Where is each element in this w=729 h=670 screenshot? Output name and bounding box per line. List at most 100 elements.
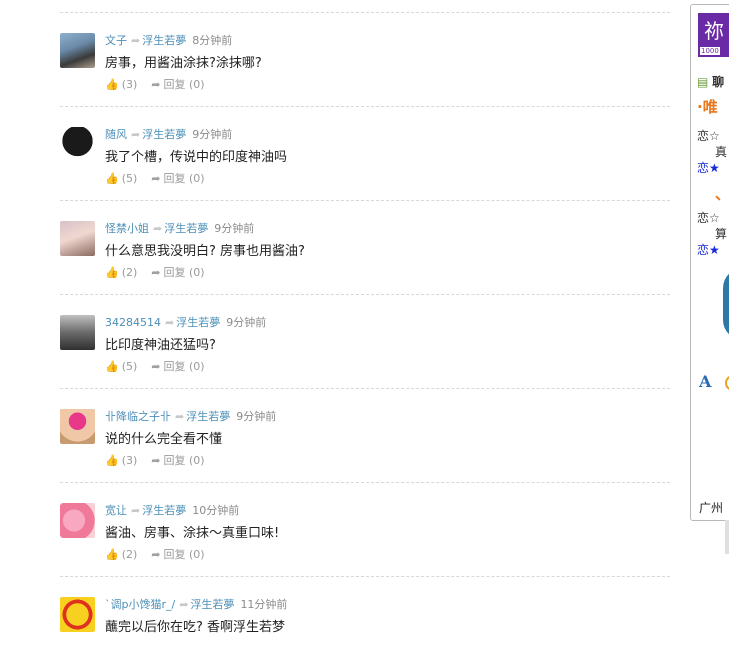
comment-item: 随风 ➦ 浮生若夢 9分钟前 我了个槽，传说中的印度神油吗 👍 (5) ➦ 回复 (0) <box>60 107 670 201</box>
comment-item: 卝降临之子卝 ➦ 浮生若夢 9分钟前 说的什么完全看不懂 👍 (3) ➦ 回复 (0) <box>60 389 670 483</box>
target-user-link[interactable]: 浮生若夢 <box>142 128 186 141</box>
comment-text: 比印度神油还猛吗? <box>105 338 216 353</box>
reply-arrow-icon: ➦ <box>175 410 185 423</box>
scrollbar[interactable] <box>725 520 729 554</box>
thumbs-up-icon: 👍 <box>105 78 119 91</box>
like-button[interactable]: 👍 (2) <box>105 266 137 280</box>
username-link[interactable]: 宽让 <box>105 504 127 517</box>
comment-actions: 👍 (5) ➦ 回复 (0) <box>105 360 205 374</box>
logo-icon[interactable]: 祢 1000 <box>698 13 729 57</box>
sidebar-ad-panel[interactable]: 祢 1000 ▤ 聊 ·唯 恋☆ 真 恋★ 、 恋☆ 算 恋★ A 广州 <box>690 4 729 521</box>
comment-actions: 👍 (2) ➦ 回复 (0) <box>105 266 205 280</box>
avatar[interactable] <box>60 221 95 256</box>
avatar[interactable] <box>60 127 95 162</box>
comment-text: 蘸完以后你在吃? 香啊浮生若梦 <box>105 620 286 635</box>
comment-item: 文子 ➦ 浮生若夢 8分钟前 房事，用酱油涂抹?涂抹哪? 👍 (3) ➦ 回复 (0) <box>60 13 670 107</box>
headline[interactable]: ·唯 <box>697 100 718 115</box>
comment-text: 房事，用酱油涂抹?涂抹哪? <box>105 56 262 71</box>
timestamp: 9分钟前 <box>214 222 255 235</box>
username-link[interactable]: 卝降临之子卝 <box>105 410 171 423</box>
comment-item: 怪禁小姐 ➦ 浮生若夢 9分钟前 什么意思我没明白? 房事也用酱油? 👍 (2) ➦ 回复 … <box>60 201 670 295</box>
timestamp: 9分钟前 <box>236 410 277 423</box>
share-arrow-icon: ➦ <box>151 266 161 279</box>
comment-list: 文子 ➦ 浮生若夢 8分钟前 房事，用酱油涂抹?涂抹哪? 👍 (3) ➦ 回复 (0) 随风… <box>60 12 670 670</box>
username-link[interactable]: 怪禁小姐 <box>105 222 149 235</box>
username-link[interactable]: `调p小馋猫r_/ <box>105 598 175 611</box>
like-count: (2) <box>121 548 138 561</box>
comment-actions: 👍 (5) ➦ 回复 (0) <box>105 172 205 186</box>
like-count: (3) <box>121 454 138 467</box>
avatar[interactable] <box>60 33 95 68</box>
ad-line-4[interactable]: 恋☆ <box>697 211 720 225</box>
comment-meta: 文子 ➦ 浮生若夢 8分钟前 <box>105 34 232 48</box>
reply-label: 回复 (0) <box>163 548 205 561</box>
like-button[interactable]: 👍 (5) <box>105 360 137 374</box>
chat-row[interactable]: ▤ 聊 <box>697 75 724 89</box>
username-link[interactable]: 文子 <box>105 34 127 47</box>
target-user-link[interactable]: 浮生若夢 <box>142 34 186 47</box>
thumbs-up-icon: 👍 <box>105 548 119 561</box>
comment-actions: 👍 (3) ➦ 回复 (0) <box>105 454 205 468</box>
avatar[interactable] <box>60 503 95 538</box>
font-a-icon[interactable]: A <box>699 372 711 391</box>
thumbs-up-icon: 👍 <box>105 454 119 467</box>
ad-line-5[interactable]: 算 <box>715 227 727 241</box>
comment-item: 宽让 ➦ 浮生若夢 10分钟前 酱油、房事、涂抹～真重口味! 👍 (2) ➦ 回复 (0) <box>60 483 670 577</box>
like-button[interactable]: 👍 (3) <box>105 78 137 92</box>
avatar[interactable] <box>60 409 95 444</box>
like-button[interactable]: 👍 (3) <box>105 454 137 468</box>
like-count: (2) <box>121 266 138 279</box>
reply-button[interactable]: ➦ 回复 (0) <box>151 548 204 562</box>
comment-text: 什么意思我没明白? 房事也用酱油? <box>105 244 305 259</box>
circle-icon[interactable] <box>725 375 729 391</box>
share-arrow-icon: ➦ <box>151 548 161 561</box>
chat-label: 聊 <box>712 75 725 89</box>
ad-line-1[interactable]: 恋☆ <box>697 129 720 143</box>
avatar[interactable] <box>60 315 95 350</box>
like-button[interactable]: 👍 (2) <box>105 548 137 562</box>
reply-arrow-icon: ➦ <box>131 34 141 47</box>
like-count: (5) <box>121 360 138 373</box>
reply-button[interactable]: ➦ 回复 (0) <box>151 454 204 468</box>
timestamp: 9分钟前 <box>226 316 267 329</box>
comment-text: 说的什么完全看不懂 <box>105 432 223 447</box>
username-link[interactable]: 随风 <box>105 128 127 141</box>
reply-arrow-icon: ➦ <box>131 504 141 517</box>
comment-actions: 👍 (2) ➦ 回复 (0) <box>105 548 205 562</box>
logo-text: 祢 <box>704 19 724 43</box>
ad-line-2[interactable]: 真 <box>715 145 727 159</box>
like-button[interactable]: 👍 (5) <box>105 172 137 186</box>
location-label: 广州 <box>699 501 724 515</box>
target-user-link[interactable]: 浮生若夢 <box>186 410 230 423</box>
target-user-link[interactable]: 浮生若夢 <box>142 504 186 517</box>
reply-button[interactable]: ➦ 回复 (0) <box>151 360 204 374</box>
username-link[interactable]: 34284514 <box>105 316 161 329</box>
reply-arrow-icon: ➦ <box>131 128 141 141</box>
avatar[interactable] <box>60 597 95 632</box>
ad-line-6[interactable]: 恋★ <box>697 243 720 257</box>
comment-item: 34284514 ➦ 浮生若夢 9分钟前 比印度神油还猛吗? 👍 (5) ➦ 回复 (0) <box>60 295 670 389</box>
reply-button[interactable]: ➦ 回复 (0) <box>151 172 204 186</box>
timestamp: 9分钟前 <box>192 128 233 141</box>
reply-label: 回复 (0) <box>163 454 205 467</box>
comment-text: 酱油、房事、涂抹～真重口味! <box>105 526 280 541</box>
timestamp: 10分钟前 <box>192 504 240 517</box>
target-user-link[interactable]: 浮生若夢 <box>190 598 234 611</box>
ad-separator: 、 <box>715 185 729 203</box>
target-user-link[interactable]: 浮生若夢 <box>176 316 220 329</box>
reply-button[interactable]: ➦ 回复 (0) <box>151 266 204 280</box>
target-user-link[interactable]: 浮生若夢 <box>164 222 208 235</box>
like-count: (5) <box>121 172 138 185</box>
ad-image[interactable] <box>723 268 729 340</box>
ad-line-3[interactable]: 恋★ <box>697 161 720 175</box>
reply-label: 回复 (0) <box>163 78 205 91</box>
comment-meta: 随风 ➦ 浮生若夢 9分钟前 <box>105 128 232 142</box>
reply-arrow-icon: ➦ <box>165 316 175 329</box>
comment-text: 我了个槽，传说中的印度神油吗 <box>105 150 288 165</box>
logo-badge: 1000 <box>700 47 720 55</box>
reply-label: 回复 (0) <box>163 360 205 373</box>
reply-arrow-icon: ➦ <box>153 222 163 235</box>
reply-button[interactable]: ➦ 回复 (0) <box>151 78 204 92</box>
share-arrow-icon: ➦ <box>151 78 161 91</box>
timestamp: 8分钟前 <box>192 34 233 47</box>
